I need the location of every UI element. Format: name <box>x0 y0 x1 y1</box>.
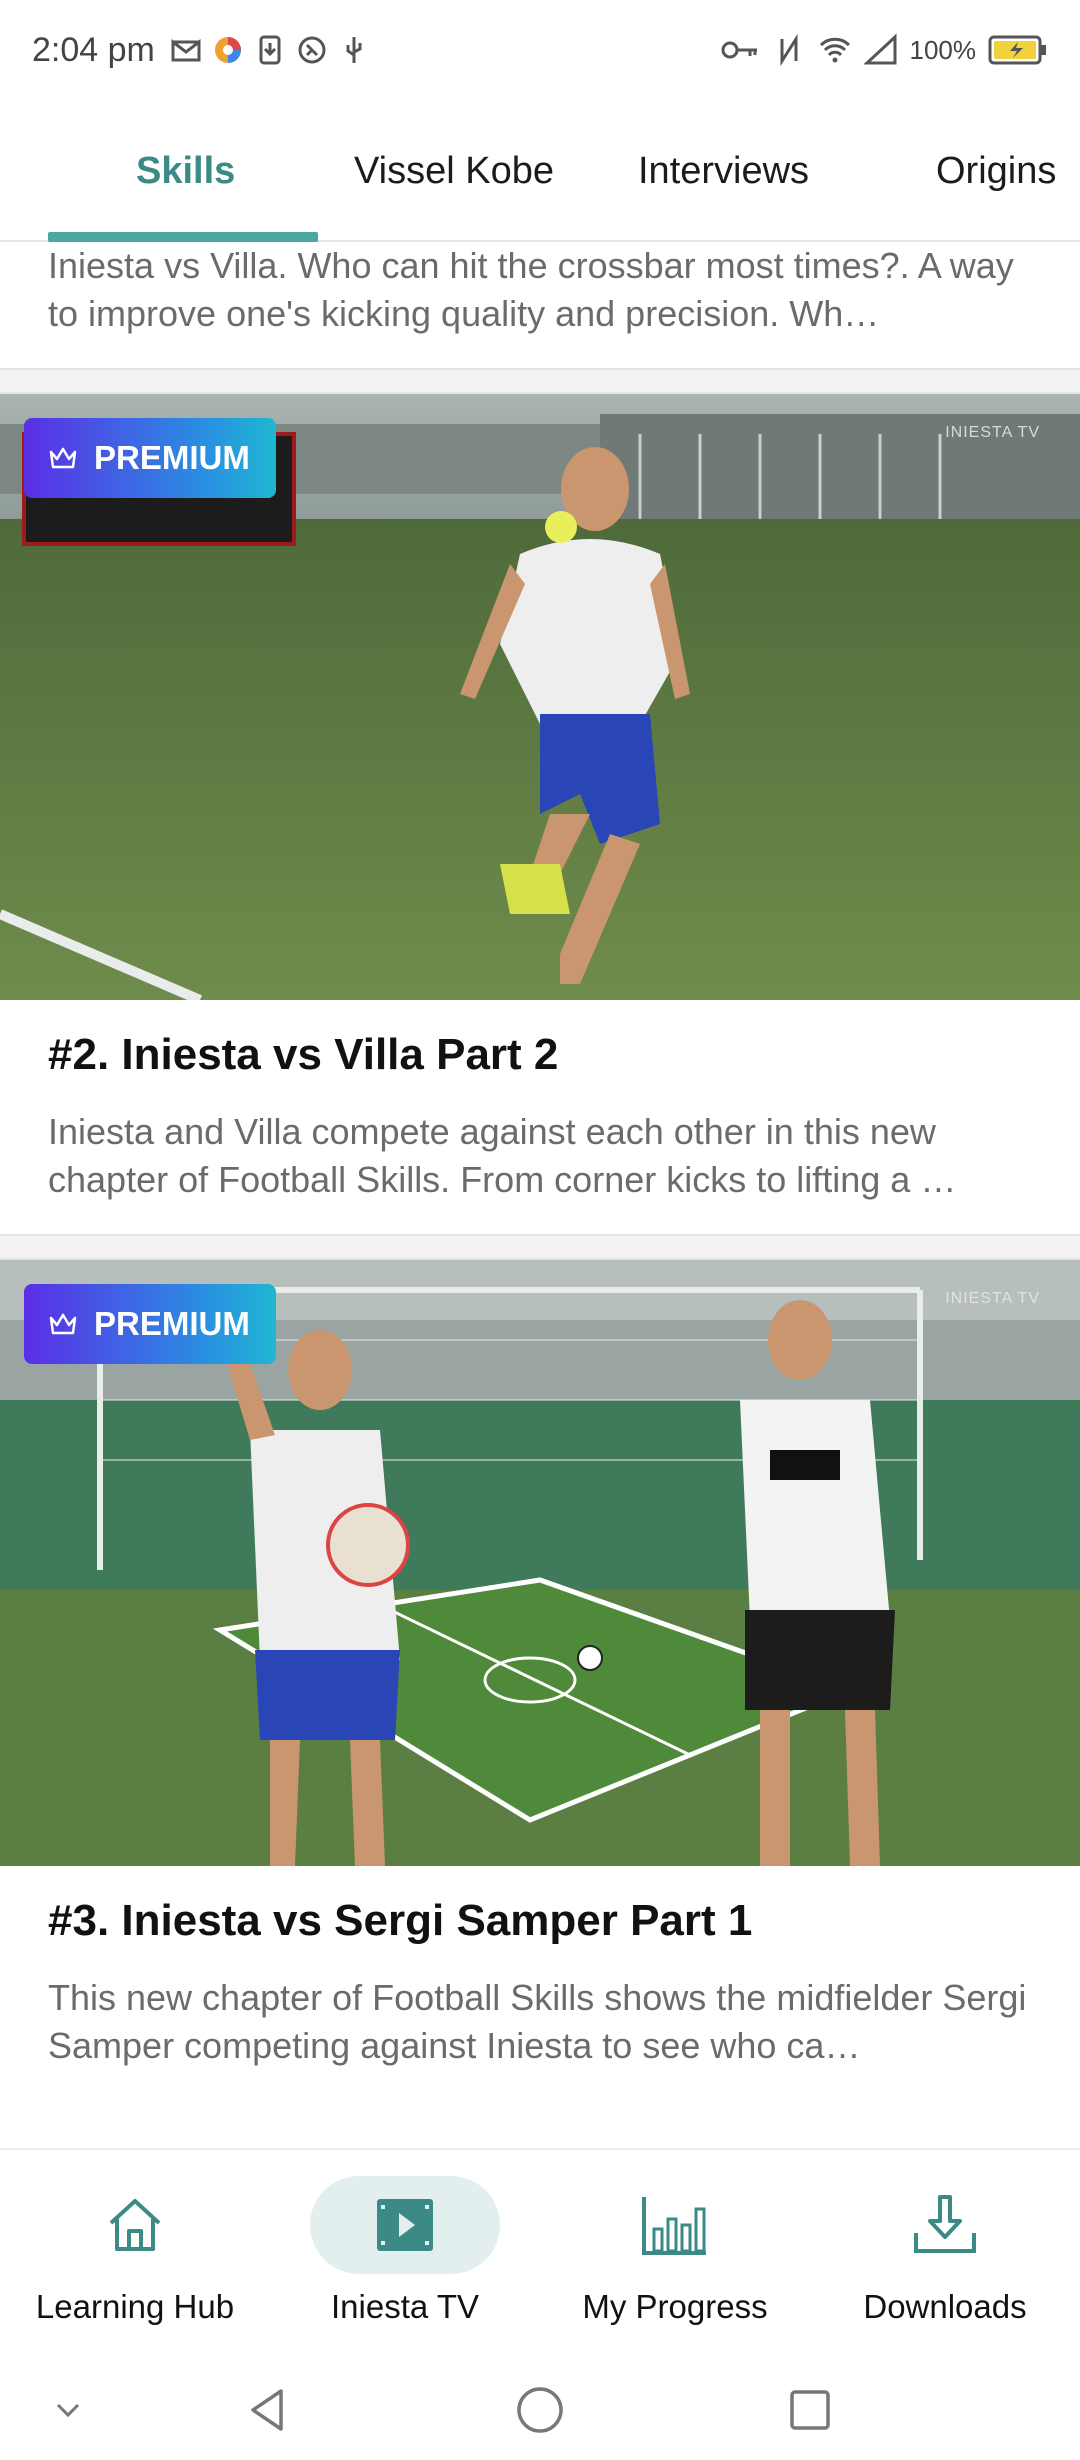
nav-label: My Progress <box>582 2288 768 2325</box>
video-description: Iniesta vs Villa. Who can hit the crossb… <box>48 245 1014 334</box>
bottom-navigation: Learning Hub Iniesta TV My Progress Down… <box>0 2148 1080 2358</box>
active-tab-indicator <box>48 232 318 242</box>
crown-icon <box>49 447 77 469</box>
nfc-icon <box>780 33 797 67</box>
system-navigation-bar <box>0 2358 1080 2460</box>
video-list[interactable]: Iniesta vs Villa. Who can hit the crossb… <box>0 242 1080 2148</box>
sync-icon <box>298 36 326 64</box>
download-icon <box>914 2195 976 2253</box>
home-icon <box>109 2199 161 2251</box>
video-thumbnail[interactable]: PREMIUM INIESTA TV <box>0 1260 1080 1866</box>
nav-icon-container <box>580 2176 770 2274</box>
tab-vissel-kobe[interactable]: Vissel Kobe <box>354 150 554 193</box>
video-title[interactable]: #2. Iniesta vs Villa Part 2 <box>0 1030 1080 1080</box>
home-button[interactable] <box>508 2378 572 2442</box>
battery-percent: 100% <box>909 34 977 65</box>
nav-icon-container <box>850 2176 1040 2274</box>
nav-iniesta-tv[interactable]: Iniesta TV <box>270 2150 540 2360</box>
premium-badge: PREMIUM <box>24 1284 276 1364</box>
gmail-icon <box>171 38 201 62</box>
premium-label: PREMIUM <box>94 439 250 476</box>
battery-charging-icon <box>988 35 1046 65</box>
nav-label: Learning Hub <box>35 2288 235 2325</box>
watermark: INIESTA TV <box>945 424 1040 441</box>
back-button[interactable] <box>236 2378 300 2442</box>
square-icon <box>790 2390 830 2430</box>
nav-my-progress[interactable]: My Progress <box>540 2150 810 2360</box>
nav-label: Downloads <box>863 2288 1027 2325</box>
nav-learning-hub[interactable]: Learning Hub <box>0 2150 270 2360</box>
video-card[interactable]: Iniesta vs Villa. Who can hit the crossb… <box>0 242 1080 342</box>
nav-icon-container <box>310 2176 500 2274</box>
video-description: Iniesta and Villa compete against each o… <box>48 1111 957 1200</box>
nav-downloads[interactable]: Downloads <box>810 2150 1080 2360</box>
video-title[interactable]: #3. Iniesta vs Sergi Samper Part 1 <box>0 1896 1080 1946</box>
video-icon <box>377 2199 433 2251</box>
tab-interviews[interactable]: Interviews <box>638 150 809 193</box>
premium-label: PREMIUM <box>94 1305 250 1342</box>
app-notification-icon <box>214 37 241 63</box>
chevron-down-icon <box>56 2403 80 2418</box>
bar-chart-icon <box>642 2197 706 2255</box>
status-time: 2:04 pm <box>32 30 155 69</box>
home-circle-icon <box>517 2387 563 2433</box>
watermark: INIESTA TV <box>945 1290 1040 1307</box>
crown-icon <box>49 1313 77 1335</box>
download-status-icon <box>259 35 281 65</box>
status-bar: 2:04 pm 100% <box>0 0 1080 100</box>
video-card[interactable]: PREMIUM INIESTA TV #2. Iniesta vs Villa … <box>0 394 1080 1204</box>
card-divider <box>0 368 1080 394</box>
system-status: 100% <box>720 33 1049 67</box>
video-thumbnail[interactable]: PREMIUM INIESTA TV <box>0 394 1080 1000</box>
collapse-button[interactable] <box>36 2378 100 2442</box>
category-tabs: Skills Vissel Kobe Interviews Origins <box>0 100 1080 242</box>
vpn-key-icon <box>721 41 757 59</box>
recents-button[interactable] <box>778 2378 842 2442</box>
video-description: This new chapter of Football Skills show… <box>48 1977 1027 2066</box>
nav-icon-container <box>40 2176 230 2274</box>
notification-icons <box>169 33 371 67</box>
wifi-icon <box>819 37 850 63</box>
video-card[interactable]: PREMIUM INIESTA TV #3. Iniesta vs Sergi … <box>0 1260 1080 2070</box>
tab-origins[interactable]: Origins <box>936 150 1056 193</box>
premium-badge: PREMIUM <box>24 418 276 498</box>
nav-label: Iniesta TV <box>331 2288 479 2325</box>
usb-icon <box>346 37 362 63</box>
tab-skills[interactable]: Skills <box>136 150 235 193</box>
signal-icon <box>863 33 896 65</box>
back-triangle-icon <box>251 2389 283 2431</box>
card-divider <box>0 1234 1080 1260</box>
